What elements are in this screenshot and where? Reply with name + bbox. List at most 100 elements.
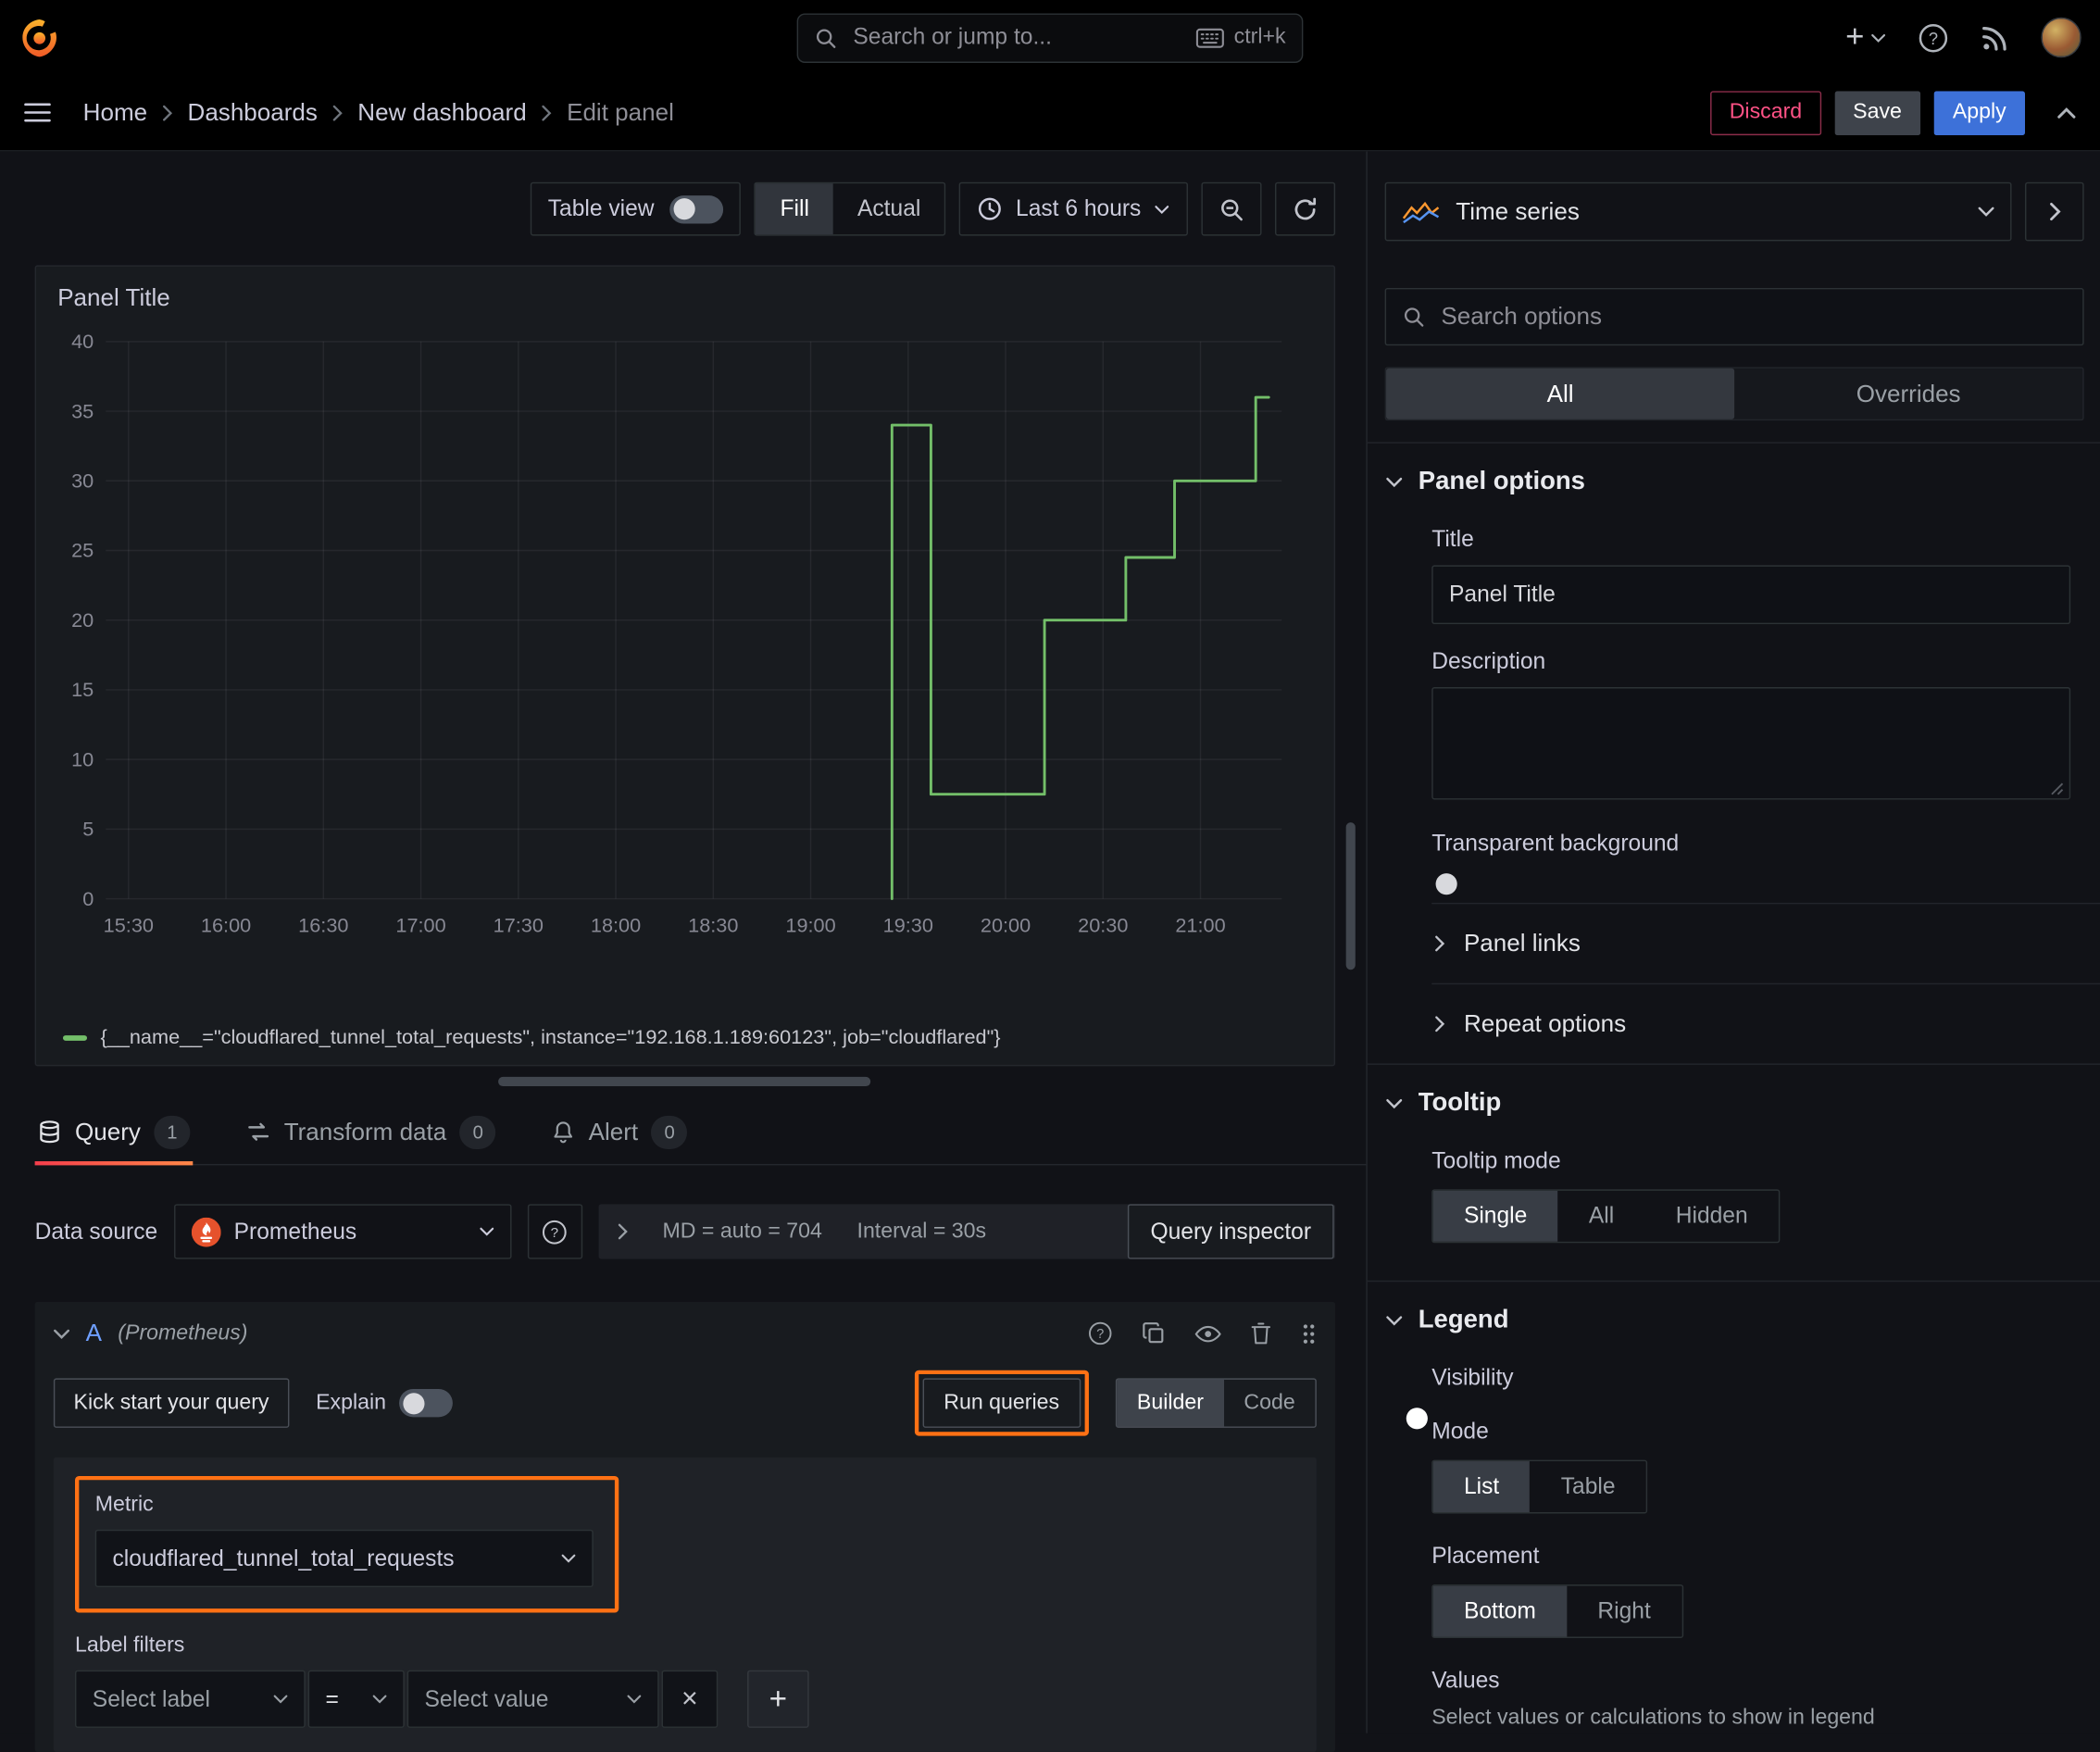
label-filters-label: Label filters [75,1633,185,1658]
apply-button[interactable]: Apply [1933,90,2026,135]
drag-handle-icon[interactable] [1300,1321,1316,1345]
help-icon[interactable]: ? [1088,1320,1113,1345]
vertical-scrollbar[interactable] [1345,822,1356,970]
tooltip-header[interactable]: Tooltip [1368,1065,2100,1137]
refresh-button[interactable] [1275,181,1336,236]
grafana-logo[interactable] [19,17,60,58]
chevron-down-icon[interactable] [54,1328,69,1339]
select-value-dropdown[interactable]: Select value [406,1670,659,1728]
tab-alert[interactable]: Alert 0 [550,1100,691,1164]
svg-text:19:30: 19:30 [883,914,933,937]
datasource-label: Data source [34,1218,158,1245]
interval-stat: Interval = 30s [856,1219,987,1243]
add-filter-button[interactable]: + [747,1670,809,1728]
transparent-background-label: Transparent background [1431,830,1680,857]
svg-text:40: 40 [71,330,94,353]
horizontal-scrollbar[interactable] [498,1076,871,1087]
builder-mode-segment[interactable]: Builder [1117,1379,1224,1427]
search-icon [814,26,837,49]
panel-title[interactable]: Panel Title [36,267,1334,318]
select-label-dropdown[interactable]: Select label [75,1670,306,1728]
visualization-picker[interactable]: Time series [1384,181,2012,242]
search-input[interactable] [850,22,1183,53]
panel-options-header[interactable]: Panel options [1368,444,2100,516]
tooltip-mode-hidden[interactable]: Hidden [1644,1191,1778,1242]
explain-label: Explain [316,1391,387,1414]
query-editor-card: A (Prometheus) ? Kick start your query E… [34,1301,1336,1752]
legend-series-label[interactable]: {__name__="cloudflared_tunnel_total_requ… [100,1026,1000,1049]
explain-toggle[interactable] [399,1388,454,1418]
svg-text:25: 25 [71,539,94,562]
table-view-toggle[interactable] [669,194,724,223]
kickstart-query-button[interactable]: Kick start your query [53,1378,290,1428]
plus-icon: + [769,1681,788,1716]
svg-text:?: ? [551,1224,558,1240]
metric-select[interactable]: cloudflared_tunnel_total_requests [94,1529,594,1588]
resize-handle-icon[interactable] [2050,782,2064,795]
panel-title-input[interactable] [1431,565,2071,625]
tooltip-mode-single[interactable]: Single [1432,1190,1558,1242]
options-search[interactable] [1384,287,2084,346]
fill-segment[interactable]: Fill [756,183,833,235]
chevron-right-icon[interactable] [617,1223,628,1241]
tooltip-heading: Tooltip [1418,1088,1502,1118]
transform-icon [246,1120,270,1144]
user-avatar[interactable] [2041,17,2081,58]
actual-segment[interactable]: Actual [833,183,944,234]
panel-links-section[interactable]: Panel links [1431,902,2100,983]
duplicate-icon[interactable] [1143,1322,1166,1345]
news-rss-icon[interactable] [1981,23,2008,51]
breadcrumb-new-dashboard[interactable]: New dashboard [357,98,526,126]
breadcrumb-home[interactable]: Home [83,98,147,126]
metric-value: cloudflared_tunnel_total_requests [112,1545,455,1571]
menu-icon[interactable] [24,102,51,123]
run-queries-button[interactable]: Run queries [922,1378,1081,1428]
legend-placement-right[interactable]: Right [1567,1586,1681,1637]
legend-placement-bottom[interactable]: Bottom [1432,1585,1568,1637]
svg-text:?: ? [1929,28,1938,47]
description-textarea[interactable] [1431,687,2071,800]
legend-header[interactable]: Legend [1368,1282,2100,1354]
chevron-right-icon [1434,1015,1445,1032]
add-menu-button[interactable]: + [1845,20,1886,54]
svg-text:10: 10 [71,747,94,770]
datasource-picker[interactable]: Prometheus [173,1204,512,1259]
query-options-bar: MD = auto = 704 Interval = 30s Query ins… [598,1204,1336,1259]
remove-filter-button[interactable]: × [661,1670,719,1728]
legend-mode-table[interactable]: Table [1530,1461,1645,1512]
global-search[interactable]: ctrl+k [796,12,1304,63]
repeat-options-section[interactable]: Repeat options [1431,982,2100,1064]
trash-icon[interactable] [1251,1322,1271,1345]
metric-label: Metric [94,1493,154,1517]
eye-icon[interactable] [1194,1324,1221,1343]
discard-button[interactable]: Discard [1710,90,1821,135]
svg-text:17:30: 17:30 [494,914,544,937]
zoom-out-button[interactable] [1201,181,1262,236]
time-range-picker[interactable]: Last 6 hours [959,181,1188,236]
datasource-help-button[interactable]: ? [527,1204,582,1259]
filter-tab-overrides[interactable]: Overrides [1734,369,2082,419]
operator-dropdown[interactable]: = [307,1670,405,1728]
query-row-header[interactable]: A (Prometheus) ? [35,1302,1335,1365]
panel-preview: Panel Title 0 5 10 15 20 25 30 35 40 15:30 16:00 16… [34,265,1336,1067]
code-mode-segment[interactable]: Code [1224,1380,1316,1427]
breadcrumb-bar: Home Dashboards New dashboard Edit panel… [0,75,2100,152]
chevron-down-icon [372,1695,387,1704]
viz-suggestions-button[interactable] [2025,181,2084,242]
options-search-input[interactable] [1438,301,2067,332]
tab-alert-badge: 0 [651,1115,688,1149]
legend-mode-list[interactable]: List [1432,1461,1531,1513]
chevron-right-icon [542,104,553,121]
svg-text:19:00: 19:00 [785,914,835,937]
breadcrumb-dashboards[interactable]: Dashboards [188,98,318,126]
filter-tab-all[interactable]: All [1386,368,1735,419]
chevron-up-icon[interactable] [2057,106,2076,119]
tab-query[interactable]: Query 1 [34,1100,194,1166]
query-inspector-button[interactable]: Query inspector [1127,1204,1334,1259]
title-label: Title [1431,526,1474,552]
save-button[interactable]: Save [1833,90,1921,135]
help-button[interactable]: ? [1918,22,1948,53]
timeseries-chart[interactable]: 0 5 10 15 20 25 30 35 40 15:30 16:00 16:30 17:00 17:3… [47,318,1319,987]
tab-transform-data[interactable]: Transform data 0 [244,1100,498,1164]
tooltip-mode-all[interactable]: All [1558,1191,1645,1242]
